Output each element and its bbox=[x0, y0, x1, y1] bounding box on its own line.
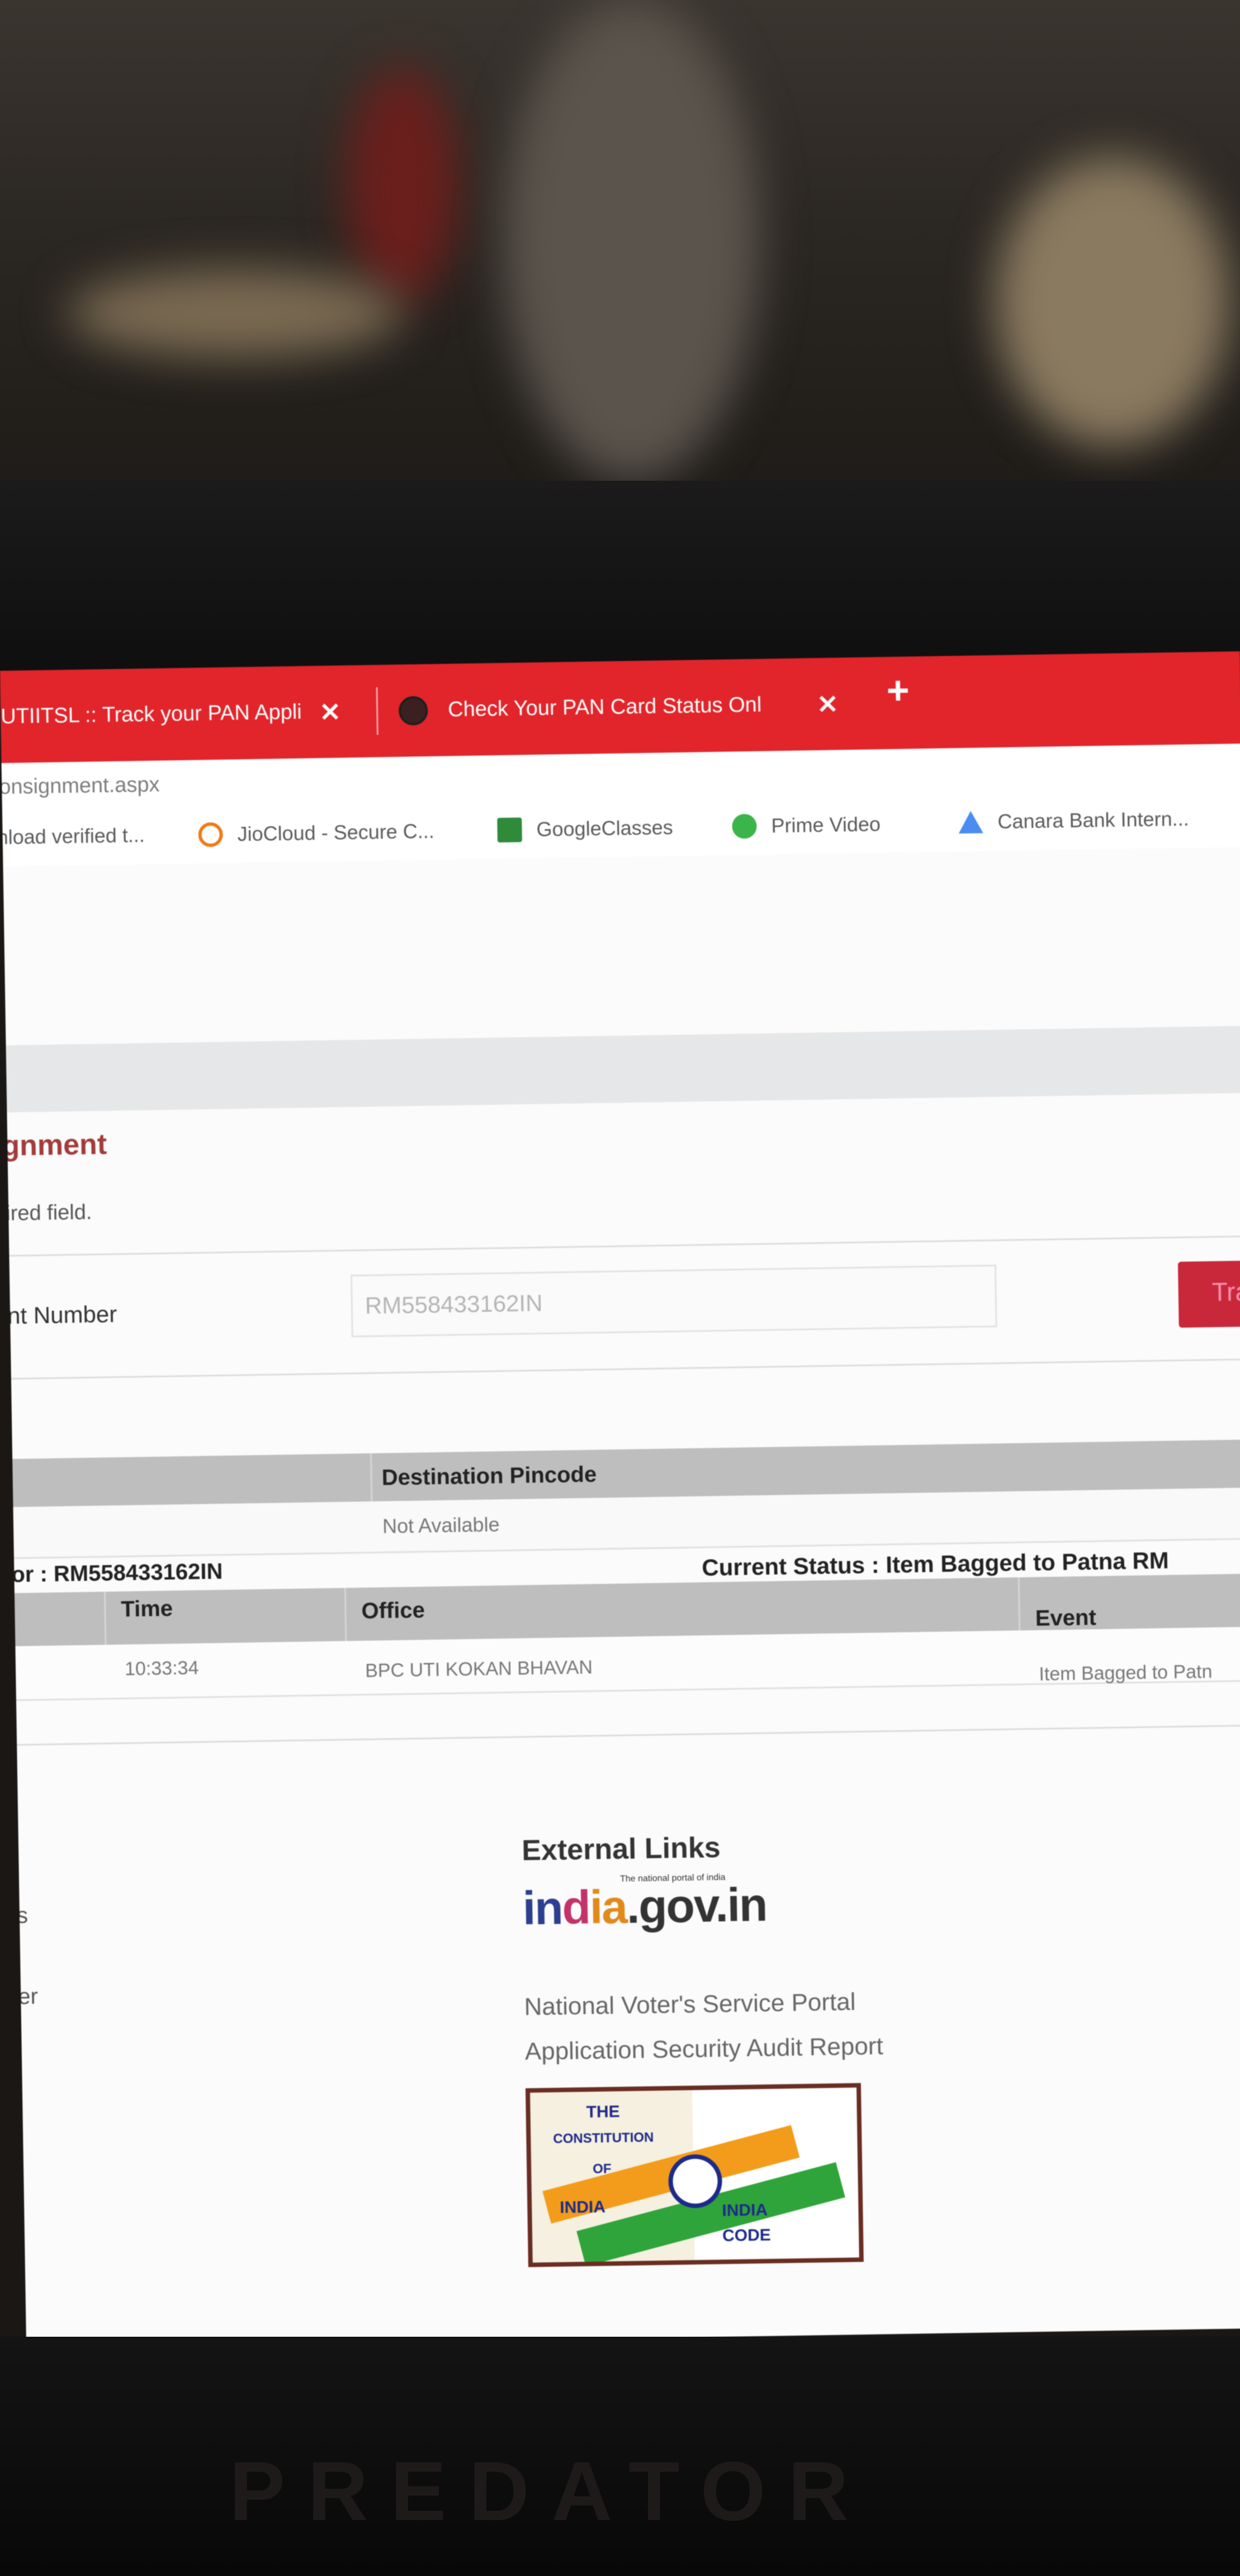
divider bbox=[9, 1234, 1240, 1257]
security-audit-link[interactable]: Application Security Audit Report bbox=[525, 2032, 884, 2066]
divider bbox=[11, 1357, 1240, 1380]
bookmark-item[interactable]: nload verified t... bbox=[0, 823, 145, 849]
bookmark-canara-bank[interactable]: Canara Bank Intern... bbox=[958, 807, 1189, 834]
tab-label: UTIITSL :: Track your PAN Applic bbox=[0, 700, 303, 728]
bookmark-label: nload verified t... bbox=[0, 823, 145, 849]
url-text: onsignment.aspx bbox=[0, 773, 160, 799]
logo-part: d bbox=[561, 1881, 590, 1934]
consignment-number-input[interactable] bbox=[351, 1265, 997, 1338]
background-room-photo bbox=[0, 0, 1240, 503]
bookmark-label: GoogleClasses bbox=[536, 816, 673, 841]
badge-text: CONSTITUTION bbox=[553, 2129, 654, 2147]
voters-portal-link[interactable]: National Voter's Service Portal bbox=[524, 1988, 856, 2021]
india-code-badge[interactable]: THE CONSTITUTION OF INDIA INDIA CODE bbox=[525, 2083, 864, 2267]
external-links-heading: External Links bbox=[521, 1831, 721, 1867]
laptop-brand-logo: PREDATOR bbox=[229, 2444, 871, 2538]
tab-check-pan-status[interactable]: Check Your PAN Card Status Onl ✕ bbox=[398, 671, 858, 743]
logo-part: ia bbox=[589, 1880, 627, 1934]
page-header-band bbox=[6, 1025, 1240, 1112]
bookmark-jiocloud[interactable]: JioCloud - Secure C... bbox=[198, 819, 434, 847]
event-column-header: Event bbox=[1035, 1605, 1097, 1631]
bookmark-prime-video[interactable]: Prime Video bbox=[732, 812, 881, 839]
tab-separator bbox=[376, 687, 378, 735]
badge-text: CODE bbox=[722, 2225, 772, 2246]
track-button[interactable]: Tra bbox=[1177, 1259, 1240, 1328]
footer-divider bbox=[17, 1723, 1240, 1746]
jiocloud-icon bbox=[198, 822, 223, 847]
event-office: BPC UTI KOKAN BHAVAN bbox=[365, 1656, 593, 1682]
close-icon[interactable]: ✕ bbox=[817, 689, 839, 719]
logo-part: in bbox=[522, 1881, 563, 1935]
bookmark-googleclasses[interactable]: GoogleClasses bbox=[497, 815, 673, 843]
consignment-number-label: nt Number bbox=[7, 1300, 117, 1329]
bookmark-label: JioCloud - Secure C... bbox=[237, 819, 435, 846]
logo-part: .gov.in bbox=[626, 1878, 768, 1933]
item-number-title: or : RM558433162IN bbox=[11, 1559, 223, 1587]
event-description: Item Bagged to Patn bbox=[1039, 1661, 1213, 1685]
footer-link-fragment[interactable]: s bbox=[17, 1903, 29, 1928]
bookmark-label: Canara Bank Intern... bbox=[997, 807, 1189, 834]
required-field-note: ired field. bbox=[5, 1200, 92, 1225]
play-icon bbox=[732, 813, 757, 839]
badge-text: THE bbox=[586, 2102, 620, 2122]
tab-label: Check Your PAN Card Status Onl bbox=[447, 693, 762, 722]
footer-link-fragment[interactable]: er bbox=[18, 1984, 38, 2010]
classroom-icon bbox=[497, 817, 522, 843]
close-icon[interactable]: ✕ bbox=[319, 697, 341, 727]
badge-text: INDIA bbox=[560, 2198, 606, 2217]
globe-icon bbox=[398, 695, 428, 726]
drive-icon bbox=[958, 811, 983, 834]
badge-text: INDIA bbox=[722, 2200, 768, 2220]
bookmark-label: Prime Video bbox=[771, 812, 881, 837]
event-time: 10:33:34 bbox=[124, 1657, 199, 1680]
office-column-header: Office bbox=[361, 1598, 425, 1624]
laptop-bottom-bezel: PREDATOR bbox=[0, 2337, 1240, 2576]
india-gov-logo[interactable]: india.gov.in bbox=[522, 1878, 767, 1936]
page-content: gnment ired field. nt Number Tra Destina… bbox=[1, 846, 1240, 2348]
tab-track-pan[interactable]: UTIITSL :: Track your PAN Applic ✕ bbox=[0, 679, 359, 749]
page-title: gnment bbox=[1, 1128, 107, 1163]
laptop-top-bezel bbox=[0, 481, 1240, 1096]
time-column-header: Time bbox=[121, 1596, 173, 1622]
destination-pincode-value: Not Available bbox=[382, 1513, 500, 1538]
laptop-screen: UTIITSL :: Track your PAN Applic ✕ Check… bbox=[0, 651, 1240, 2348]
badge-text: OF bbox=[593, 2161, 612, 2177]
new-tab-button[interactable]: + bbox=[886, 667, 910, 713]
destination-pincode-header: Destination Pincode bbox=[381, 1462, 597, 1490]
